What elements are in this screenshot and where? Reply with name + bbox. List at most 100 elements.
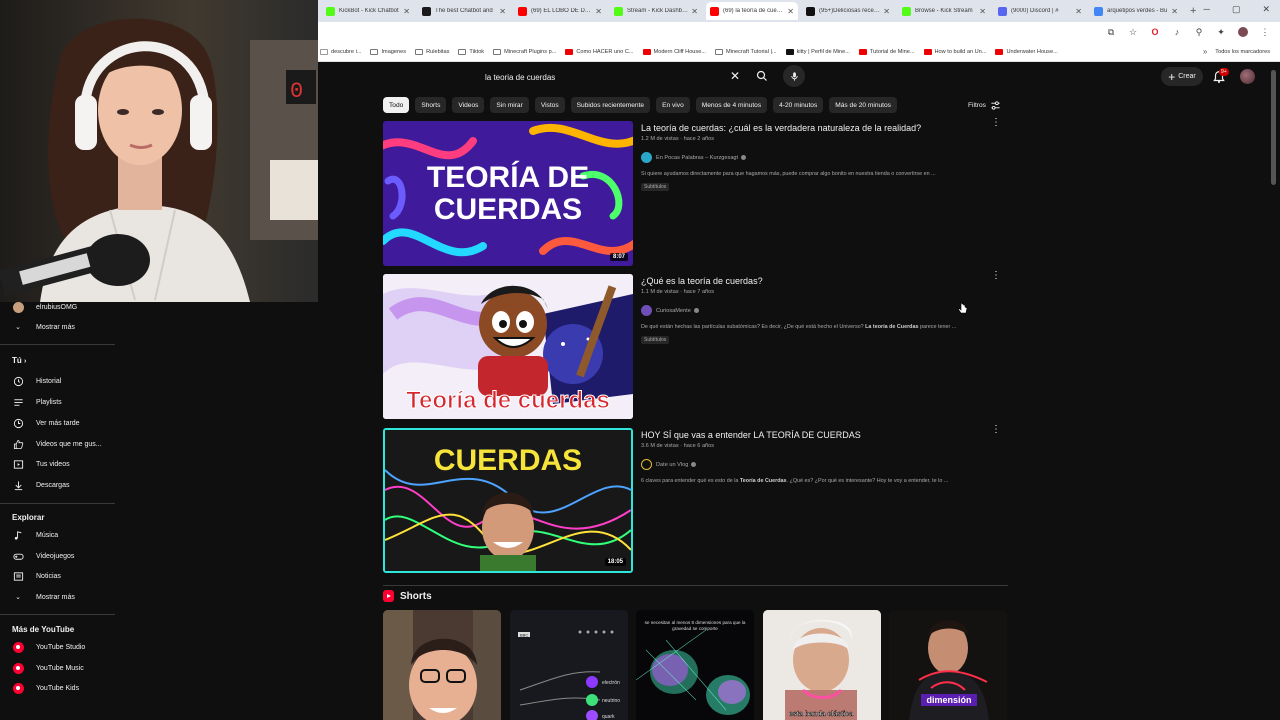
short-card[interactable]: esta banda elástica <box>763 610 881 720</box>
short-card[interactable]: BBC electrón neutrino quark <box>510 610 628 720</box>
browser-menu-icon[interactable]: ⋮ <box>1260 27 1270 37</box>
video-title[interactable]: La teoría de cuerdas: ¿cuál es la verdad… <box>641 123 921 133</box>
sidebar-item-your-videos[interactable]: Tus videos <box>12 457 70 471</box>
video-thumbnail[interactable]: CUERDAS 18:05 <box>383 428 633 573</box>
browser-tab-active[interactable]: (69) la teoría de cuerdas ✕ <box>706 2 798 20</box>
channel-avatar[interactable] <box>641 152 652 163</box>
more-options-icon[interactable]: ⋮ <box>991 425 1001 435</box>
chip-shorts[interactable]: Shorts <box>415 97 447 113</box>
maximize-icon[interactable]: ▢ <box>1232 4 1241 15</box>
video-title[interactable]: HOY SÍ que vas a entender LA TEORÍA DE C… <box>641 430 861 440</box>
bookmark-star-icon[interactable]: ☆ <box>1128 27 1138 37</box>
chip-watched[interactable]: Vistos <box>534 97 565 113</box>
new-tab-button[interactable]: + <box>1190 5 1196 17</box>
sidebar-item-gaming[interactable]: Videojuegos <box>12 549 74 563</box>
chip-4-20[interactable]: 4-20 minutos <box>773 97 824 113</box>
sidebar-show-more[interactable]: ⌄ Mostrar más <box>12 590 75 604</box>
close-tab-icon[interactable]: ✕ <box>595 7 602 16</box>
bookmark[interactable]: Como HACER uno C... <box>565 48 634 55</box>
account-avatar[interactable] <box>1240 69 1255 84</box>
browser-tab[interactable]: The best Chatbot and ✕ <box>418 2 510 20</box>
bookmark-folder[interactable]: Minecraft Plugins p... <box>493 48 556 55</box>
create-button[interactable]: + Crear <box>1161 67 1203 86</box>
profile-avatar[interactable] <box>1238 27 1248 37</box>
bookmark-folder[interactable]: Minecraft Tutorial |... <box>715 48 777 55</box>
sidebar-item-watch-later[interactable]: Ver más tarde <box>12 416 80 430</box>
channel-info[interactable]: En Pocas Palabras – Kurzgesagt <box>641 152 747 163</box>
sidebar-item-liked-videos[interactable]: Videos que me gus... <box>12 437 102 451</box>
sidebar-item-history[interactable]: Historial <box>12 374 61 388</box>
sidebar-item-music[interactable]: Música <box>12 528 58 542</box>
bookmark[interactable]: descubre i... <box>320 48 361 55</box>
channel-name[interactable]: CuriosaMente <box>656 308 691 314</box>
search-input[interactable]: la teoria de cuerdas <box>476 67 748 87</box>
extensions-puzzle-icon[interactable]: ✦ <box>1216 27 1226 37</box>
browser-tab[interactable]: (95+)Deliciosas recetas ✕ <box>802 2 894 20</box>
channel-name[interactable]: En Pocas Palabras – Kurzgesagt <box>656 155 738 161</box>
video-result[interactable]: Teoría de cuerdas ¿Qué es la teoría de c… <box>383 271 1008 420</box>
short-card[interactable]: dimensión <box>889 610 1007 720</box>
sidebar-item-news[interactable]: Noticias <box>12 569 61 583</box>
sidebar-subscription-channel[interactable]: elrubiusOMG <box>12 300 77 314</box>
close-tab-icon[interactable]: ✕ <box>883 7 890 16</box>
bookmark-folder[interactable]: Imagenes <box>370 48 406 55</box>
channel-avatar[interactable] <box>641 305 652 316</box>
video-title[interactable]: ¿Qué es la teoría de cuerdas? <box>641 276 763 286</box>
video-thumbnail[interactable]: Teoría de cuerdas <box>383 274 633 419</box>
page-scrollbar[interactable] <box>1271 70 1276 185</box>
all-bookmarks[interactable]: Todos los marcadores <box>1215 49 1270 55</box>
browser-tab[interactable]: KickBot - Kick Chatbot ✕ <box>322 2 414 20</box>
browser-tab[interactable]: (9000) Discord | # ✕ <box>994 2 1086 20</box>
close-tab-icon[interactable]: ✕ <box>403 7 410 16</box>
browser-tab[interactable]: (69) EL LOBO DE DAKI ✕ <box>514 2 606 20</box>
audio-icon[interactable]: ♪ <box>1172 27 1182 37</box>
browser-tab[interactable]: arquetipos verdes - Bu ✕ <box>1090 2 1182 20</box>
more-options-icon[interactable]: ⋮ <box>991 118 1001 128</box>
sidebar-item-youtube-kids[interactable]: YouTube Kids <box>12 681 79 695</box>
close-tab-icon[interactable]: ✕ <box>787 7 794 16</box>
channel-info[interactable]: Date un Vlog <box>641 459 697 470</box>
sidebar-you-header[interactable]: Tú › <box>12 356 26 365</box>
close-window-icon[interactable]: ✕ <box>1262 4 1270 15</box>
browser-tab[interactable]: Stream - Kick Dashboard ✕ <box>610 2 702 20</box>
chip-live[interactable]: En vivo <box>656 97 690 113</box>
bookmark[interactable]: kitty | Perfil de Mine... <box>785 48 850 55</box>
sidebar-item-youtube-studio[interactable]: YouTube Studio <box>12 640 85 654</box>
chip-over-20[interactable]: Más de 20 minutos <box>829 97 897 113</box>
chip-videos[interactable]: Videos <box>452 97 485 113</box>
short-card[interactable] <box>383 610 501 720</box>
chip-under-4[interactable]: Menos de 4 minutos <box>695 97 768 113</box>
sidebar-item-youtube-music[interactable]: YouTube Music <box>12 661 84 675</box>
sidebar-show-more[interactable]: ⌄ Mostrar más <box>12 320 75 334</box>
channel-name[interactable]: Date un Vlog <box>656 462 688 468</box>
close-tab-icon[interactable]: ✕ <box>1171 7 1178 16</box>
bookmark[interactable]: Underwater House... <box>995 48 1058 55</box>
close-tab-icon[interactable]: ✕ <box>1075 7 1082 16</box>
bookmark[interactable]: Modern Cliff House... <box>642 48 706 55</box>
sidebar-item-downloads[interactable]: Descargas <box>12 478 69 492</box>
short-card[interactable]: se necesitan al menos 8 dimensiones para… <box>636 610 754 720</box>
opera-icon[interactable]: O <box>1150 27 1160 37</box>
more-options-icon[interactable]: ⋮ <box>991 271 1001 281</box>
channel-avatar[interactable] <box>641 459 652 470</box>
close-tab-icon[interactable]: ✕ <box>691 7 698 16</box>
install-app-icon[interactable]: ⧉ <box>1106 27 1116 37</box>
sidebar-item-playlists[interactable]: Playlists <box>12 395 62 409</box>
filters-button[interactable]: Filtros <box>968 100 1001 111</box>
bookmark[interactable]: Tutorial de Mine... <box>858 48 915 55</box>
close-tab-icon[interactable]: ✕ <box>979 7 986 16</box>
close-tab-icon[interactable]: ✕ <box>499 7 506 16</box>
bookmark-folder[interactable]: Tiktok <box>458 48 484 55</box>
more-bookmarks-icon[interactable]: » <box>1203 47 1207 56</box>
chip-unwatched[interactable]: Sin mirar <box>490 97 529 113</box>
clear-search-icon[interactable]: ✕ <box>730 69 740 83</box>
bookmark-folder[interactable]: Rulebitas <box>415 48 449 55</box>
browser-tab[interactable]: Browse - Kick Stream ✕ <box>898 2 990 20</box>
chip-todo[interactable]: Todo <box>383 97 410 113</box>
video-result[interactable]: TEORÍA DE CUERDAS 8:07 La teoría de cuer… <box>383 118 1008 267</box>
bookmark[interactable]: How to build an Un... <box>923 48 986 55</box>
video-thumbnail[interactable]: TEORÍA DE CUERDAS 8:07 <box>383 121 633 266</box>
video-result[interactable]: CUERDAS 18:05 HOY SÍ que vas a entender … <box>383 425 1008 574</box>
voice-search-button[interactable] <box>783 65 805 87</box>
channel-info[interactable]: CuriosaMente <box>641 305 699 316</box>
